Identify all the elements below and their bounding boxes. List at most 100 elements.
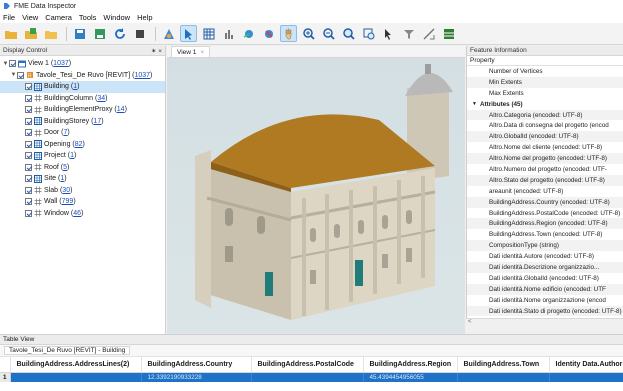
column-header[interactable]: BuildingAddress.Region (363, 357, 458, 373)
open-folder-button[interactable] (2, 25, 19, 42)
checkbox[interactable] (25, 106, 32, 114)
feature-count-link[interactable]: 30 (62, 187, 70, 194)
tree-layer-buildingcolumn[interactable]: BuildingColumn (34) (0, 93, 165, 105)
select-tool-button[interactable] (180, 25, 197, 42)
checkbox[interactable] (25, 140, 32, 148)
attribute-row[interactable]: Altro.Data di consegna del progetto (enc… (467, 120, 623, 131)
property-row[interactable]: Number of Vertices (467, 66, 623, 77)
attribute-row[interactable]: BuildingAddress.Town (encoded: UTF-8) (467, 229, 623, 240)
checkbox[interactable] (25, 129, 32, 137)
chevron-down-icon[interactable]: ▼ (472, 101, 477, 107)
folder-button[interactable] (42, 25, 59, 42)
table-cell[interactable]: 45.4394454956055 (363, 372, 458, 382)
checkbox[interactable] (25, 175, 32, 183)
zoom-out-button[interactable] (320, 25, 337, 42)
checkbox[interactable] (17, 71, 24, 79)
attribute-row[interactable]: Altro.GlobalId (encoded: UTF-8) (467, 131, 623, 143)
zoom-in-button[interactable] (300, 25, 317, 42)
feature-count-link[interactable]: 82 (75, 141, 83, 148)
feature-count-link[interactable]: 17 (93, 118, 101, 125)
chevron-down-icon[interactable]: ▼ (2, 61, 9, 67)
attribute-row[interactable]: Dati identità.Descrizione organizzazio..… (467, 262, 623, 273)
attribute-row[interactable]: CompositionType (string) (467, 240, 623, 252)
refresh-button[interactable] (111, 25, 128, 42)
column-header[interactable]: BuildingAddress.Town (457, 357, 550, 373)
attribute-row[interactable]: Dati identità.Nome organizzazione (encod (467, 295, 623, 306)
attribute-row[interactable]: Altro.Stato del progetto (encoded: UTF-8… (467, 174, 623, 186)
orbit-button[interactable] (240, 25, 257, 42)
attribute-row[interactable]: Altro.Categoria (encoded: UTF-8) (467, 109, 623, 121)
feature-count-link[interactable]: 1037 (53, 60, 69, 67)
checkbox[interactable] (9, 60, 16, 68)
zoom-select-button[interactable] (360, 25, 377, 42)
table-cell[interactable] (549, 372, 623, 382)
attribute-row[interactable]: Dati identità.GlobalId (encoded: UTF-8) (467, 273, 623, 284)
horizontal-scrollbar[interactable]: < (466, 318, 623, 326)
menu-tools[interactable]: Tools (79, 13, 97, 22)
tree-layer-roof[interactable]: Roof (5) (0, 162, 165, 174)
column-header[interactable]: BuildingAddress.AddressLines(2) (10, 357, 142, 373)
checkbox[interactable] (25, 186, 32, 194)
tree-layer-site[interactable]: Site (1) (0, 173, 165, 185)
checkbox[interactable] (25, 152, 32, 160)
table-cell[interactable]: 12.3392190933228 (141, 372, 252, 382)
tree-dataset[interactable]: ▼ R Tavole_Tesi_De Ruvo [REVIT] (1037) (0, 70, 165, 82)
column-header[interactable]: Identity Data.Author (549, 357, 623, 373)
menu-window[interactable]: Window (103, 13, 130, 22)
column-header[interactable]: BuildingAddress.Country (141, 357, 252, 373)
tree-layer-window[interactable]: Window (46) (0, 208, 165, 220)
checkbox[interactable] (25, 117, 32, 125)
menu-help[interactable]: Help (137, 13, 152, 22)
attribute-row[interactable]: BuildingAddress.PostalCode (encoded: UTF… (467, 208, 623, 219)
zoom-extents-button[interactable] (340, 25, 357, 42)
stop-button[interactable] (131, 25, 148, 42)
attribute-row[interactable]: Altro.Nome del cliente (encoded: UTF-8) (467, 142, 623, 153)
menu-view[interactable]: View (22, 13, 38, 22)
row-number[interactable]: 1 (0, 372, 11, 382)
menu-file[interactable]: File (3, 13, 15, 22)
grid-button[interactable] (440, 25, 457, 42)
table-cell[interactable] (251, 372, 364, 382)
tab-view-1[interactable]: View 1 × (171, 46, 211, 57)
checkbox[interactable] (25, 83, 32, 91)
3d-viewport[interactable] (167, 58, 465, 334)
tree-layer-slab[interactable]: Slab (30) (0, 185, 165, 197)
open-dataset-button[interactable] (22, 25, 39, 42)
checkbox[interactable] (25, 163, 32, 171)
table-row[interactable]: 1 12.3392190933228 45.4394454956055 (0, 372, 623, 382)
checkbox[interactable] (25, 198, 32, 206)
export-button[interactable] (91, 25, 108, 42)
chevron-down-icon[interactable]: ▼ (10, 72, 17, 78)
tab-building-table[interactable]: Tavole_Tesi_De Ruvo [REVIT] - Building (4, 346, 131, 355)
tree-layer-buildingelementproxy[interactable]: BuildingElementProxy (14) (0, 104, 165, 116)
attribute-row[interactable]: Dati identità.Stato di progetto (encoded… (467, 305, 623, 317)
attribute-row[interactable]: Altro.Numero del progetto (encoded: UTF- (467, 164, 623, 175)
feature-count-link[interactable]: 46 (73, 210, 81, 217)
attribute-row[interactable]: Dati identità.Autore (encoded: UTF-8) (467, 251, 623, 262)
property-row[interactable]: Min Extents (467, 76, 623, 88)
pan-button[interactable] (280, 25, 297, 42)
tree-layer-door[interactable]: Door (7) (0, 127, 165, 139)
checkbox[interactable] (25, 94, 32, 102)
save-button[interactable] (71, 25, 88, 42)
attribute-row[interactable]: Altro.Nome del progetto (encoded: UTF-8) (467, 153, 623, 165)
tree-layer-building[interactable]: Building (1) (0, 81, 165, 93)
table-cell[interactable] (10, 372, 142, 382)
close-icon[interactable]: × (200, 49, 204, 56)
attribute-row[interactable]: areaunit (encoded: UTF-8) (467, 186, 623, 197)
tree-view-root[interactable]: ▼ View 1 (1037) (0, 58, 165, 70)
table-button[interactable] (200, 25, 217, 42)
tree-layer-buildingstorey[interactable]: BuildingStorey (17) (0, 116, 165, 128)
tree-layer-project[interactable]: Project (1) (0, 150, 165, 162)
attribute-row[interactable]: Dati identità.Nome edificio (encoded: UT… (467, 283, 623, 295)
rotate-button[interactable] (260, 25, 277, 42)
menu-camera[interactable]: Camera (45, 13, 72, 22)
attributes-group[interactable]: ▼ Attributes (45) (467, 98, 623, 110)
column-header[interactable]: BuildingAddress.PostalCode (251, 357, 364, 373)
chart-button[interactable] (220, 25, 237, 42)
feature-count-link[interactable]: 1037 (134, 72, 150, 79)
attribute-row[interactable]: BuildingAddress.Region (encoded: UTF-8) (467, 218, 623, 230)
attribute-row[interactable]: BuildingAddress.Country (encoded: UTF-8) (467, 196, 623, 208)
feature-count-link[interactable]: 799 (62, 198, 74, 205)
scroll-left-arrow[interactable]: < (468, 319, 472, 325)
